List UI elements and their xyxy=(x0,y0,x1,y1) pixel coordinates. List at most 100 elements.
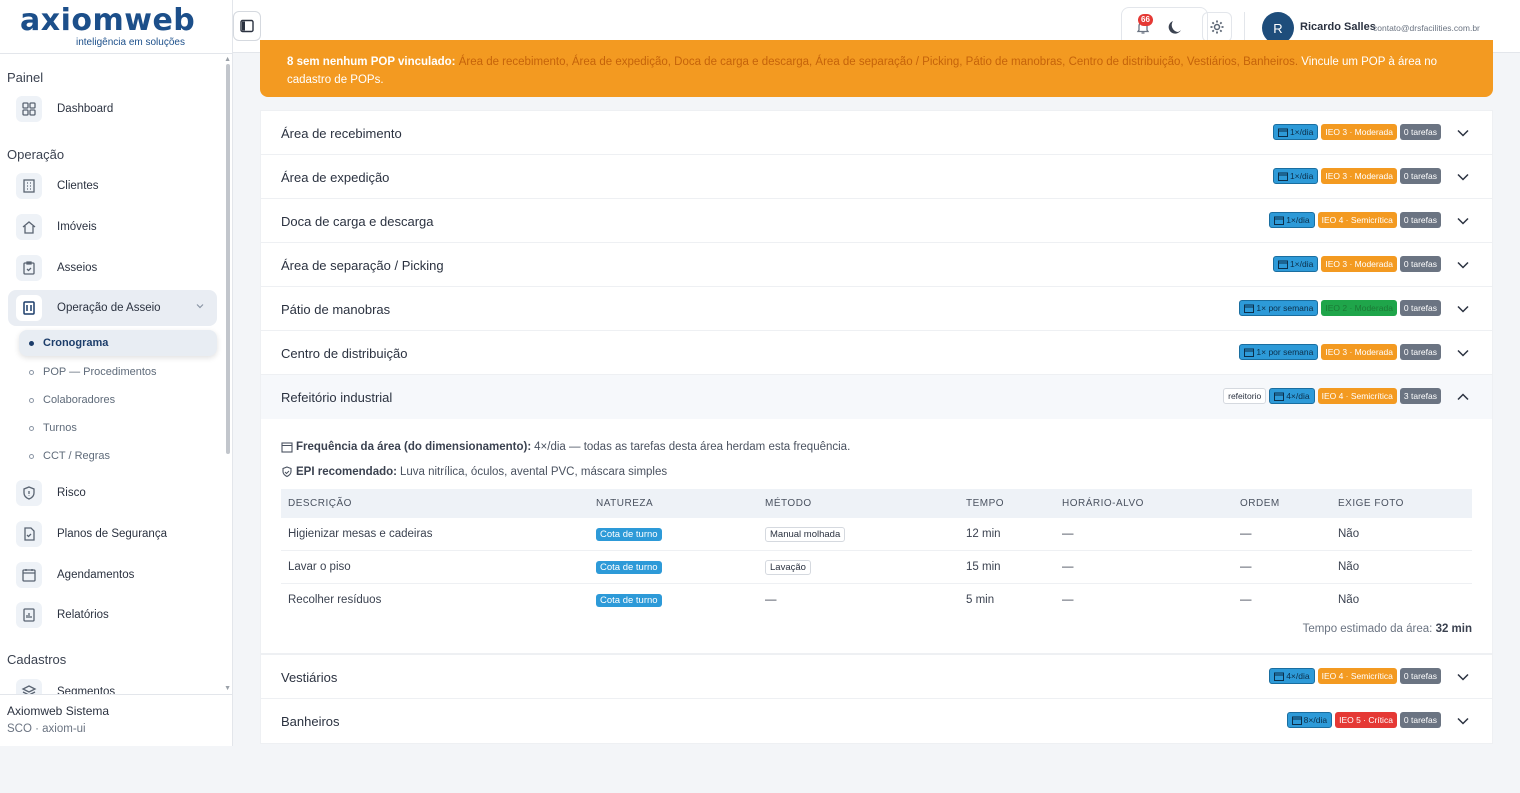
sidebar-subitem-cct[interactable]: CCT / Regras xyxy=(19,443,217,469)
area-header[interactable]: Centro de distribuição 1× por semana IEO … xyxy=(261,331,1492,375)
building-icon xyxy=(16,173,42,199)
theme-toggle-button[interactable] xyxy=(1163,14,1187,40)
sidebar-item-agendamentos[interactable]: Agendamentos xyxy=(8,557,217,593)
app-name: Axiomweb Sistema xyxy=(7,704,110,718)
ieo-badge: IEO 4 · Semicrítica xyxy=(1317,388,1397,404)
section-title-operacao: Operação xyxy=(7,147,65,162)
calendar-icon xyxy=(1244,304,1255,313)
task-count-badge: 0 tarefas xyxy=(1399,300,1441,316)
frequency-badge: 1×/dia xyxy=(1272,124,1319,140)
frequency-text: 8×/dia xyxy=(1303,715,1328,725)
table-row[interactable]: Lavar o piso Cota de turno Lavação 15 mi… xyxy=(281,550,1472,584)
sidebar-item-label: Planos de Segurança xyxy=(57,528,167,540)
ieo-badge: IEO 2 · Moderada xyxy=(1321,300,1397,316)
area-title: Centro de distribuição xyxy=(281,345,408,361)
sidebar-item-clientes[interactable]: Clientes xyxy=(8,168,217,204)
header-divider xyxy=(1244,12,1245,42)
table-row[interactable]: Higienizar mesas e cadeiras Cota de turn… xyxy=(281,518,1472,551)
logo-text: axiomweb xyxy=(20,3,196,38)
horario-cell: — xyxy=(1062,593,1074,606)
settings-button[interactable] xyxy=(1202,12,1232,42)
area-panel: Banheiros 8×/dia IEO 5 · Crítica 0 tarefas xyxy=(260,698,1493,744)
task-description: Lavar o piso xyxy=(281,550,589,584)
moon-icon xyxy=(1168,21,1181,34)
area-panel: Área de expedição 1×/dia IEO 3 · Moderada… xyxy=(260,154,1493,200)
chevron-down-icon xyxy=(1457,717,1469,725)
scroll-up-icon[interactable]: ▲ xyxy=(224,56,231,63)
frequency-text: 1×/dia xyxy=(1286,215,1310,225)
sidebar-item-imoveis[interactable]: Imóveis xyxy=(8,209,217,245)
area-badges: 1×/dia IEO 3 · Moderada 0 tarefas xyxy=(1272,256,1441,272)
horario-cell: — xyxy=(1055,518,1233,551)
task-description: Recolher resíduos xyxy=(288,593,382,606)
area-title: Área de recebimento xyxy=(281,125,402,141)
calendar-icon xyxy=(1274,392,1285,401)
estimated-time: Tempo estimado da área: 32 min xyxy=(281,616,1472,652)
sidebar-item-asseios[interactable]: Asseios xyxy=(8,250,217,286)
horario-cell: — xyxy=(1055,550,1233,584)
sidebar-item-risco[interactable]: Risco xyxy=(8,475,217,511)
user-name[interactable]: Ricardo Salles xyxy=(1300,21,1376,33)
area-header[interactable]: Área de recebimento 1×/dia IEO 3 · Modera… xyxy=(261,111,1492,155)
sidebar-toggle-button[interactable] xyxy=(233,11,261,41)
chevron-down-icon xyxy=(1457,673,1469,681)
sidebar-item-segmentos[interactable]: Segmentos xyxy=(8,674,217,694)
natureza-cell: Cota de turno xyxy=(589,518,758,551)
foto-cell: Não xyxy=(1338,593,1360,606)
sidebar-item-relatorios[interactable]: Relatórios xyxy=(8,597,217,633)
area-header[interactable]: Área de separação / Picking 1×/dia IEO 3 … xyxy=(261,243,1492,287)
document-icon xyxy=(16,521,42,547)
area-title: Área de separação / Picking xyxy=(281,257,444,273)
area-panel: Área de separação / Picking 1×/dia IEO 3 … xyxy=(260,242,1493,288)
area-header[interactable]: Área de expedição 1×/dia IEO 3 · Moderada… xyxy=(261,155,1492,199)
area-panel: Refeitório industrial refeitorio 4×/dia IE… xyxy=(260,374,1493,654)
area-panel: Área de recebimento 1×/dia IEO 3 · Modera… xyxy=(260,110,1493,156)
area-badges: 1×/dia IEO 3 · Moderada 0 tarefas xyxy=(1272,168,1441,184)
table-row[interactable]: Recolher resíduos Cota de turno — 5 min … xyxy=(281,583,1472,616)
scroll-down-icon[interactable]: ▼ xyxy=(224,685,231,692)
area-header[interactable]: Pátio de manobras 1× por semana IEO 2 · M… xyxy=(261,287,1492,331)
area-header[interactable]: Refeitório industrial refeitorio 4×/dia IE… xyxy=(261,375,1492,419)
sidebar-item-operacao-asseio[interactable]: Operação de Asseio xyxy=(8,290,217,326)
sidebar-scrollbar[interactable] xyxy=(226,64,230,454)
area-header[interactable]: Banheiros 8×/dia IEO 5 · Crítica 0 tarefas xyxy=(261,699,1492,743)
sidebar-subitem-turnos[interactable]: Turnos xyxy=(19,415,217,441)
task-count-badge: 0 tarefas xyxy=(1399,212,1441,228)
natureza-cell: Cota de turno xyxy=(589,550,758,584)
tempo-cell: 12 min xyxy=(959,518,1055,551)
sidebar-item-planos[interactable]: Planos de Segurança xyxy=(8,516,217,552)
area-header[interactable]: Vestiários 4×/dia IEO 4 · Semicrítica 0 ta… xyxy=(261,655,1492,699)
bullet-icon xyxy=(29,425,34,431)
logo[interactable]: axiomweb inteligência em soluções xyxy=(20,3,196,49)
area-title: Pátio de manobras xyxy=(281,301,391,317)
frequency-value: 4×/dia — todas as tarefas desta área her… xyxy=(534,440,851,453)
chevron-down-icon xyxy=(1457,261,1469,269)
area-badges: 8×/dia IEO 5 · Crítica 0 tarefas xyxy=(1286,712,1441,728)
area-header[interactable]: Doca de carga e descarga 1×/dia IEO 4 · S… xyxy=(261,199,1492,243)
calendar-icon xyxy=(1291,716,1302,725)
user-email: contato@drsfacilities.com.br xyxy=(1373,23,1480,33)
frequency-badge: 1× por semana xyxy=(1239,300,1319,316)
frequency-badge: 4×/dia xyxy=(1269,668,1315,684)
foto-cell: Não xyxy=(1331,550,1472,584)
chevron-down-icon xyxy=(1457,173,1469,181)
task-count-badge: 0 tarefas xyxy=(1399,168,1441,184)
sidebar-footer: Axiomweb Sistema SCO · axiom-ui xyxy=(0,694,232,746)
metodo-empty: — xyxy=(765,593,777,606)
frequency-text: 4×/dia xyxy=(1286,671,1310,681)
area-badges: refeitorio 4×/dia IEO 4 · Semicrítica 3 tar… xyxy=(1223,388,1441,404)
sidebar-item-label: Clientes xyxy=(57,180,99,192)
sidebar-item-label: Segmentos xyxy=(57,686,116,694)
tempo-cell: 5 min xyxy=(966,593,995,606)
sidebar-item-dashboard[interactable]: Dashboard xyxy=(8,91,217,127)
column-header: TEMPO xyxy=(959,489,1055,518)
sidebar-subitem-cronograma[interactable]: Cronograma xyxy=(19,330,217,356)
frequency-badge: 1× por semana xyxy=(1239,344,1319,360)
epi-info: EPI recomendado: Luva nitrílica, óculos, … xyxy=(281,459,1472,484)
frequency-badge: 1×/dia xyxy=(1269,212,1315,228)
metodo-badge: Lavação xyxy=(765,559,811,575)
calendar-icon xyxy=(1274,216,1285,225)
shield-icon xyxy=(16,480,42,506)
sidebar-subitem-colaboradores[interactable]: Colaboradores xyxy=(19,387,217,413)
sidebar-subitem-pop[interactable]: POP — Procedimentos xyxy=(19,359,217,385)
